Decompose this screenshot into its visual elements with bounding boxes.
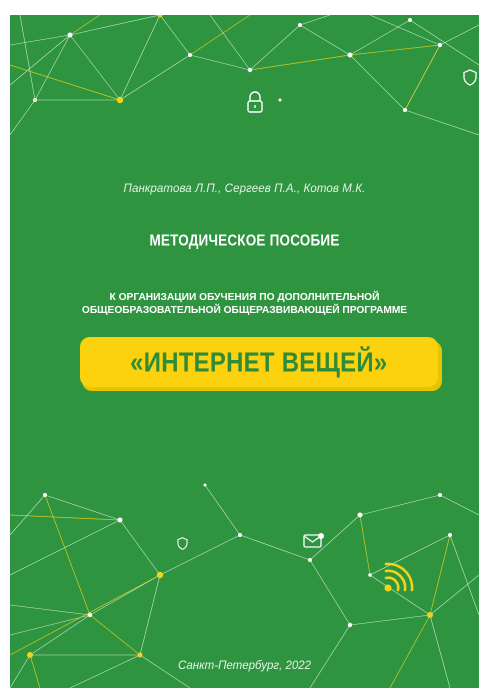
- book-cover: Панкратова Л.П., Сергеев П.А., Котов М.К…: [10, 15, 479, 688]
- program-title: «ИНТЕРНЕТ ВЕЩЕЙ»: [130, 345, 388, 378]
- subtitle-line-2: ОБЩЕОБРАЗОВАТЕЛЬНОЙ ОБЩЕРАЗВИВАЮЩЕЙ ПРОГ…: [81, 305, 408, 316]
- lock-icon: [247, 91, 263, 113]
- program-title-banner: «ИНТЕРНЕТ ВЕЩЕЙ»: [80, 337, 438, 387]
- wifi-signal-icon: [384, 562, 414, 592]
- shield-icon-small: [177, 537, 188, 550]
- document-type-title: МЕТОДИЧЕСКОЕ ПОСОБИЕ: [149, 231, 340, 250]
- subtitle: К ОРГАНИЗАЦИИ ОБУЧЕНИЯ ПО ДОПОЛНИТЕЛЬНОЙ…: [30, 291, 459, 317]
- authors: Панкратова Л.П., Сергеев П.А., Котов М.К…: [123, 183, 366, 195]
- subtitle-line-1: К ОРГАНИЗАЦИИ ОБУЧЕНИЯ ПО ДОПОЛНИТЕЛЬНОЙ: [109, 292, 380, 303]
- envelope-icon: [303, 533, 324, 548]
- shield-icon: [463, 69, 477, 86]
- publication-place-year: Санкт-Петербург, 2022: [177, 660, 312, 672]
